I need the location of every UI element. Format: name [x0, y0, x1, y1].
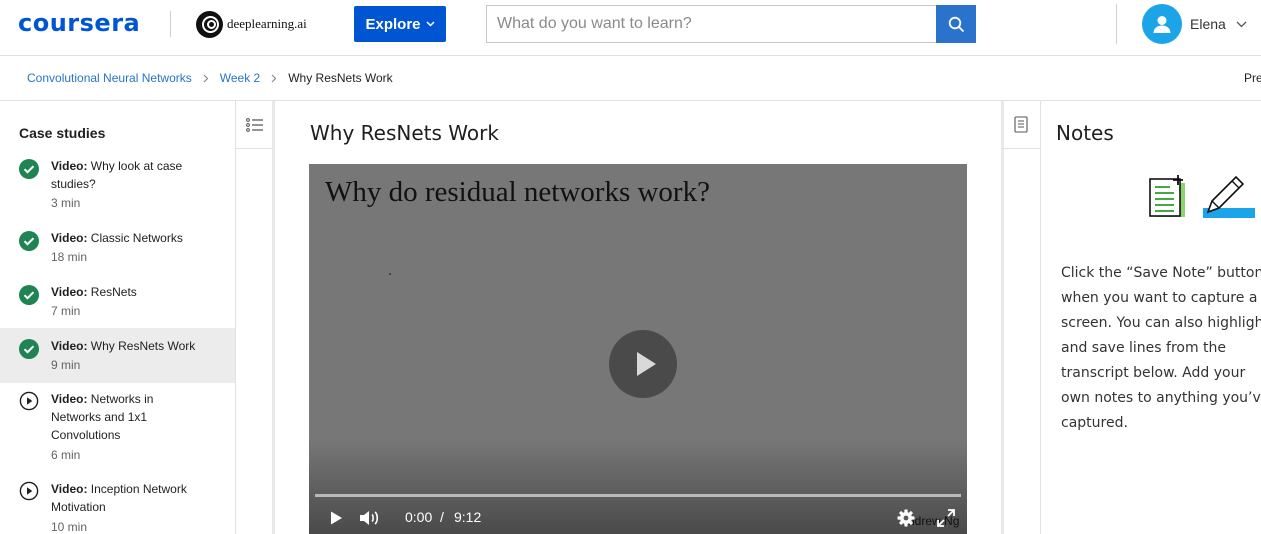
- right-rail: [1001, 101, 1041, 534]
- play-button[interactable]: [325, 507, 347, 529]
- toggle-outline-button[interactable]: [236, 101, 274, 149]
- sidebar-item-label: Video: Why look at case studies?: [51, 159, 183, 191]
- sidebar-item-networks-in-networks[interactable]: Video: Networks in Networks and 1x1 Conv…: [0, 388, 235, 468]
- partner-name: deeplearning.ai: [227, 16, 307, 31]
- user-menu[interactable]: Elena: [1142, 4, 1247, 44]
- sidebar-item-inception-network-motivation[interactable]: Video: Inception Network Motivation 10 m…: [0, 478, 235, 534]
- big-play-button[interactable]: [609, 330, 677, 398]
- rail-shade: [1001, 101, 1004, 534]
- list-icon: [246, 117, 263, 132]
- left-rail: [236, 101, 275, 534]
- previous-link[interactable]: Pre: [1244, 71, 1261, 85]
- play-circle-icon: [19, 481, 39, 501]
- toggle-notes-button[interactable]: [1002, 101, 1040, 149]
- search-icon: [948, 16, 964, 32]
- chevron-down-icon: [425, 21, 435, 27]
- gear-icon: [897, 509, 915, 527]
- volume-button[interactable]: [358, 507, 382, 529]
- chevron-right-icon: [271, 74, 277, 82]
- video-player[interactable]: Why do residual networks work? 0:00 / 9:…: [309, 164, 967, 534]
- sidebar-item-label: Video: ResNets: [51, 285, 137, 299]
- explore-label: Explore: [365, 15, 421, 33]
- header-divider: [170, 11, 171, 37]
- search-input[interactable]: [486, 5, 936, 43]
- rail-shade: [272, 101, 275, 534]
- sidebar-item-why-resnets-work[interactable]: Video: Why ResNets Work 9 min: [0, 328, 235, 383]
- video-progress-bar[interactable]: [315, 494, 961, 497]
- current-time: 0:00: [405, 509, 433, 525]
- chevron-right-icon: [203, 74, 209, 82]
- video-slide-title: Why do residual networks work?: [325, 176, 710, 208]
- completed-check-icon: [19, 231, 39, 251]
- sidebar-item-duration: 10 min: [51, 520, 88, 534]
- sidebar-item-label: Video: Why ResNets Work: [51, 339, 196, 353]
- header-divider-right: [1116, 4, 1117, 44]
- sidebar-item-duration: 18 min: [51, 250, 88, 264]
- completed-check-icon: [19, 285, 39, 305]
- sidebar-item-resnets[interactable]: Video: ResNets 7 min: [0, 276, 235, 322]
- coursera-logo[interactable]: coursera: [18, 9, 140, 37]
- page-title: Why ResNets Work: [310, 121, 499, 145]
- top-header: coursera deeplearning.ai Explore Elena: [0, 0, 1261, 56]
- video-duration: 9:12: [454, 509, 482, 525]
- play-icon: [331, 511, 342, 525]
- breadcrumb-week-link[interactable]: Week 2: [220, 71, 260, 85]
- sidebar-item-label: Video: Networks in Networks and 1x1 Conv…: [51, 392, 154, 442]
- sidebar-item-duration: 6 min: [51, 448, 81, 462]
- user-icon: [1153, 16, 1171, 33]
- time-separator: /: [440, 509, 444, 525]
- search-button[interactable]: [936, 5, 976, 43]
- sidebar-item-classic-networks[interactable]: Video: Classic Networks 18 min: [0, 222, 235, 268]
- completed-check-icon: [19, 159, 39, 179]
- partner-logo[interactable]: deeplearning.ai: [196, 10, 307, 38]
- sidebar-item-label: Video: Classic Networks: [51, 231, 183, 245]
- sidebar-item-duration: 9 min: [51, 358, 81, 372]
- notes-help-text: Click the “Save Note” button when you wa…: [1061, 265, 1261, 431]
- completed-check-icon: [19, 339, 39, 359]
- sidebar-item-why-look-at-case-studies[interactable]: Video: Why look at case studies? 3 min: [0, 151, 235, 215]
- notes-panel: Click the “Save Note” button when you wa…: [1041, 101, 1261, 534]
- partner-logo-icon: [196, 10, 223, 38]
- sidebar-item-duration: 3 min: [51, 196, 81, 210]
- section-title: Case studies: [19, 125, 106, 141]
- notes-icon: [1014, 116, 1028, 133]
- play-icon: [637, 352, 656, 376]
- fullscreen-button[interactable]: [935, 507, 957, 529]
- volume-icon: [360, 511, 379, 525]
- explore-button[interactable]: Explore: [354, 6, 446, 42]
- chevron-down-icon: [1236, 21, 1247, 27]
- breadcrumb-course-link[interactable]: Convolutional Neural Networks: [27, 71, 192, 85]
- avatar: [1142, 4, 1182, 44]
- slide-mark: [389, 273, 391, 275]
- course-sidebar: Case studies Video: Why look at case stu…: [0, 101, 236, 534]
- breadcrumb-current: Why ResNets Work: [288, 71, 393, 85]
- sidebar-item-duration: 7 min: [51, 304, 81, 318]
- user-name: Elena: [1190, 16, 1226, 32]
- sidebar-item-label: Video: Inception Network Motivation: [51, 482, 187, 514]
- settings-button[interactable]: [895, 507, 917, 529]
- breadcrumb: Convolutional Neural Networks Week 2 Why…: [27, 71, 393, 85]
- play-circle-icon: [19, 391, 39, 411]
- fullscreen-icon: [937, 509, 955, 527]
